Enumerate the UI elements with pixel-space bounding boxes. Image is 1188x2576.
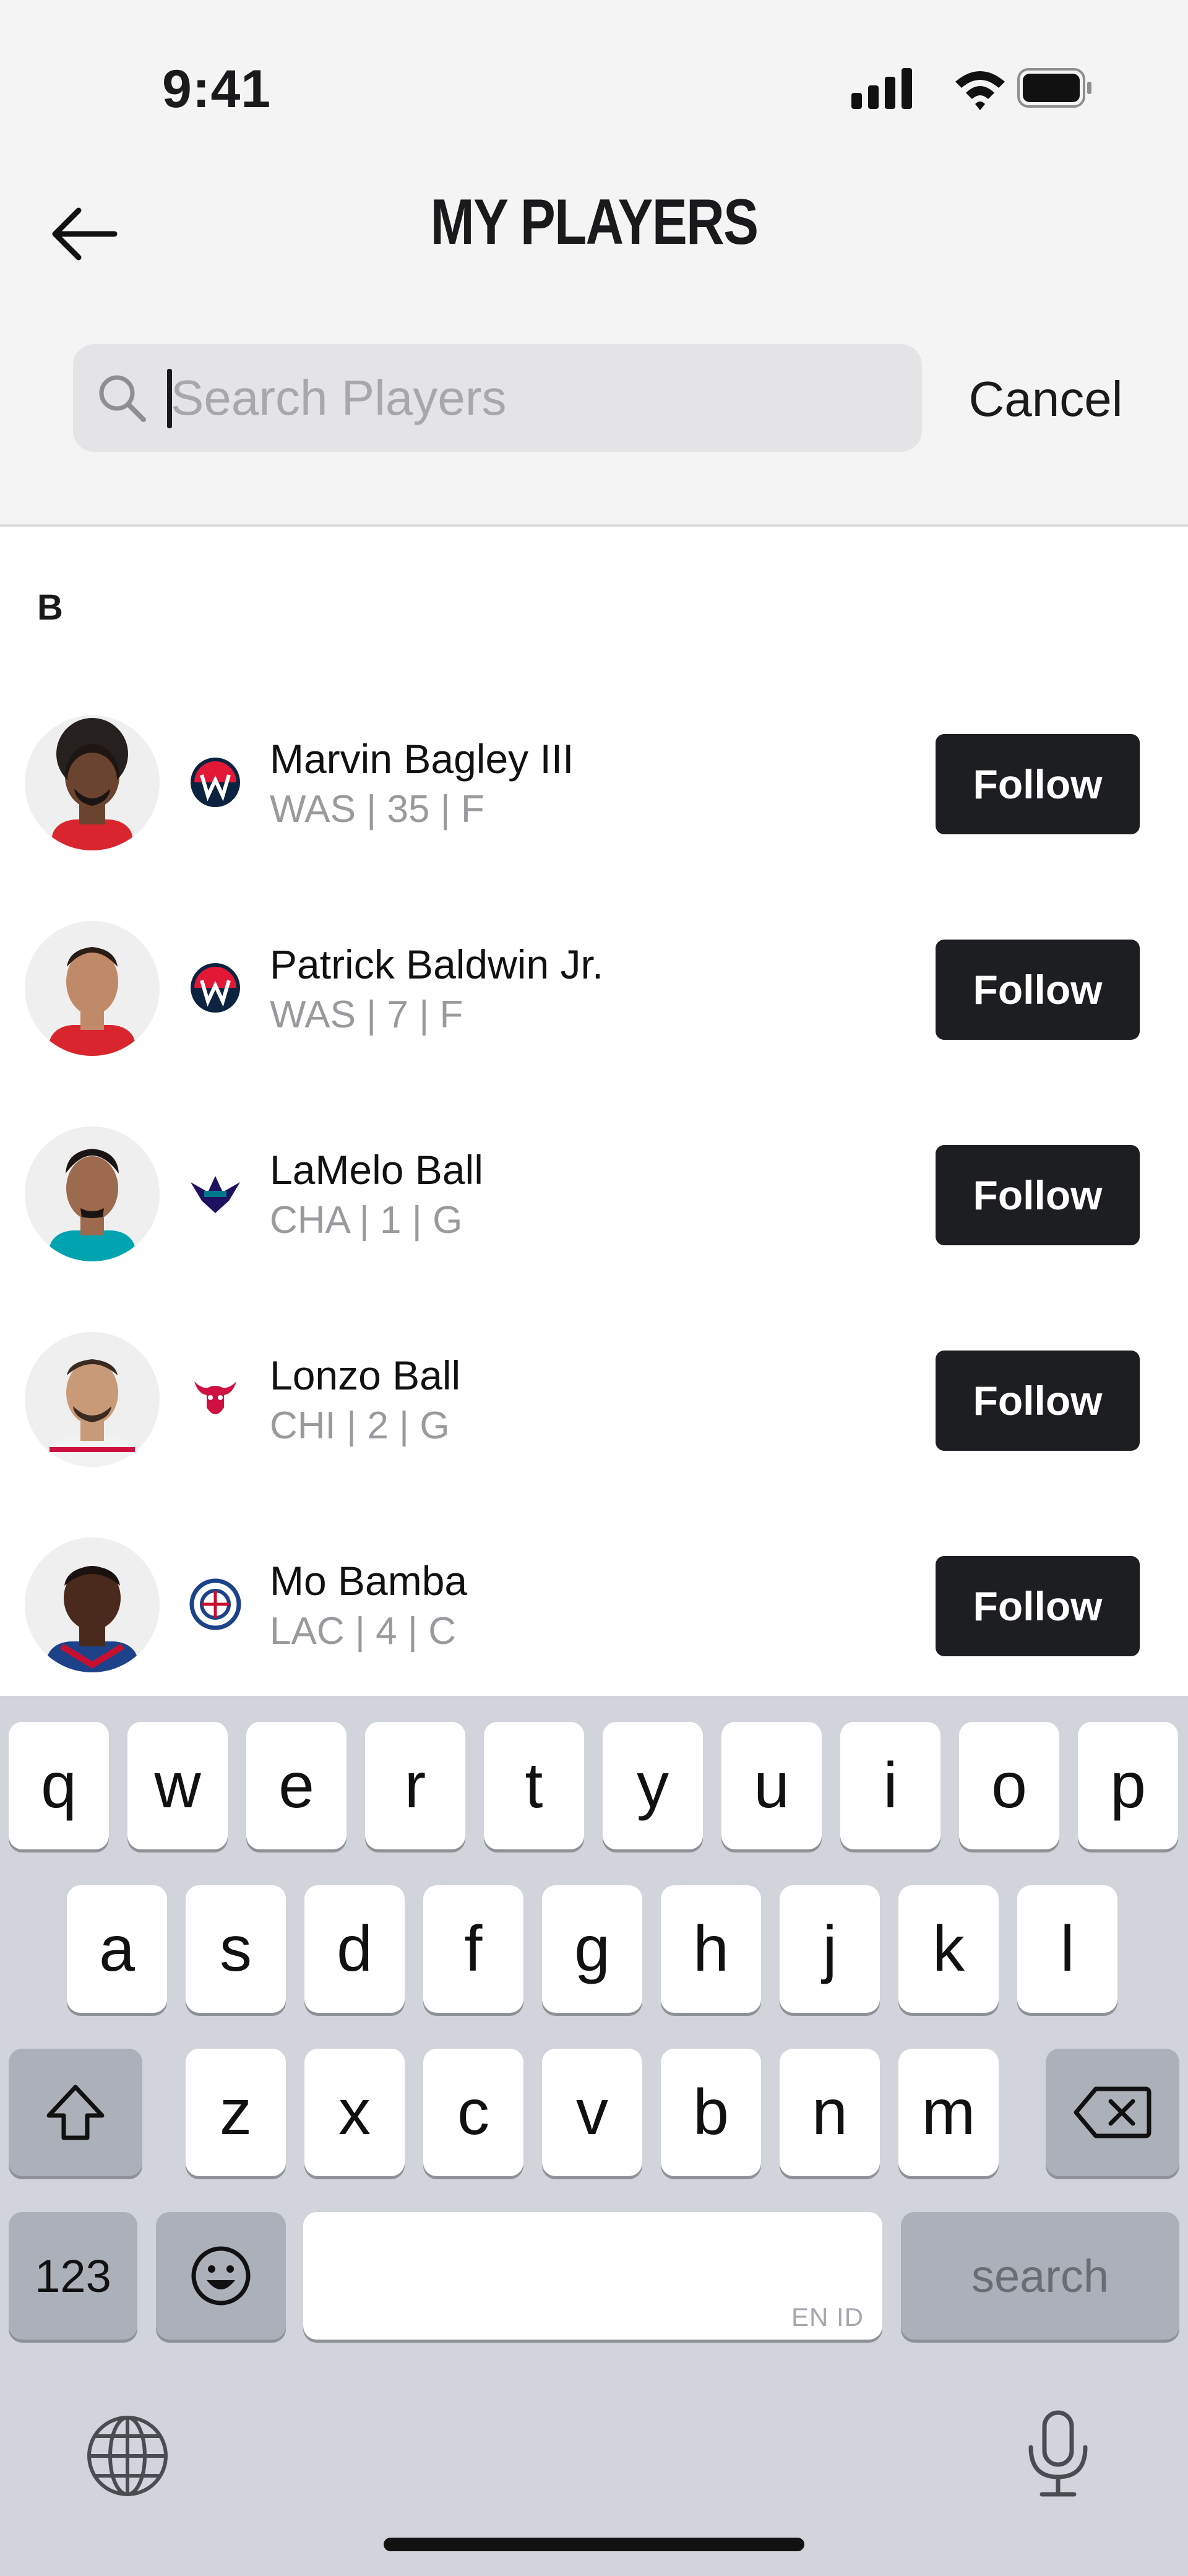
key-n[interactable]: n — [780, 2049, 880, 2176]
key-m[interactable]: m — [898, 2049, 999, 2176]
shift-key[interactable] — [9, 2049, 142, 2176]
key-v[interactable]: v — [542, 2049, 642, 2176]
search-return-key-label: search — [971, 2250, 1109, 2302]
key-i[interactable]: i — [840, 1722, 940, 1849]
key-s[interactable]: s — [186, 1885, 286, 2013]
key-e[interactable]: e — [246, 1722, 346, 1849]
emoji-icon — [191, 2246, 251, 2306]
key-h[interactable]: h — [661, 1885, 761, 2013]
globe-icon[interactable] — [85, 2414, 170, 2498]
player-name: LaMelo Ball — [270, 1147, 483, 1193]
key-p[interactable]: p — [1078, 1722, 1178, 1849]
backspace-icon — [1074, 2086, 1151, 2138]
section-header-letter: B — [37, 587, 63, 628]
search-input[interactable] — [171, 358, 901, 438]
player-meta: LAC | 4 | C — [270, 1610, 456, 1653]
player-meta: CHI | 2 | G — [270, 1404, 450, 1447]
search-icon — [99, 375, 146, 422]
player-meta: CHA | 1 | G — [270, 1199, 463, 1242]
microphone-icon[interactable] — [1021, 2408, 1095, 2500]
team-logo-icon — [191, 758, 240, 807]
key-o[interactable]: o — [959, 1722, 1059, 1849]
key-c[interactable]: c — [423, 2049, 523, 2176]
status-icons — [851, 68, 1091, 110]
player-row[interactable]: Mo Bamba LAC | 4 | C Follow — [0, 1531, 1188, 1680]
key-w[interactable]: w — [127, 1722, 228, 1849]
numbers-key-label: 123 — [35, 2250, 111, 2302]
team-logo-icon — [191, 963, 240, 1013]
follow-button[interactable]: Follow — [936, 1145, 1140, 1245]
player-name: Patrick Baldwin Jr. — [270, 941, 604, 987]
key-y[interactable]: y — [603, 1722, 703, 1849]
key-g[interactable]: g — [542, 1885, 642, 2013]
search-return-key[interactable]: search — [901, 2212, 1179, 2340]
player-row[interactable]: Lonzo Ball CHI | 2 | G Follow — [0, 1326, 1188, 1474]
player-avatar — [25, 715, 160, 850]
player-meta: WAS | 7 | F — [270, 993, 463, 1036]
player-name: Mo Bamba — [270, 1558, 468, 1604]
key-x[interactable]: x — [304, 2049, 405, 2176]
keyboard-language-label: EN ID — [791, 2302, 864, 2332]
follow-button[interactable]: Follow — [936, 1556, 1140, 1656]
key-u[interactable]: u — [721, 1722, 822, 1849]
key-f[interactable]: f — [423, 1885, 523, 2013]
status-time: 9:41 — [162, 59, 272, 119]
player-meta: WAS | 35 | F — [270, 788, 484, 831]
key-l[interactable]: l — [1017, 1885, 1117, 2013]
search-bar[interactable] — [73, 344, 922, 452]
key-r[interactable]: r — [365, 1722, 465, 1849]
space-key[interactable]: EN ID — [303, 2212, 882, 2340]
key-z[interactable]: z — [186, 2049, 286, 2176]
signal-icon — [851, 68, 912, 109]
battery-icon — [1017, 68, 1091, 108]
key-d[interactable]: d — [304, 1885, 405, 2013]
player-avatar — [25, 921, 160, 1056]
follow-button[interactable]: Follow — [936, 734, 1140, 834]
key-k[interactable]: k — [898, 1885, 999, 2013]
key-t[interactable]: t — [484, 1722, 584, 1849]
follow-button[interactable]: Follow — [936, 1351, 1140, 1451]
key-j[interactable]: j — [780, 1885, 880, 2013]
player-avatar — [25, 1332, 160, 1467]
key-b[interactable]: b — [661, 2049, 761, 2176]
team-logo-icon — [194, 1381, 236, 1414]
page-title: MY PLAYERS — [430, 186, 759, 258]
wifi-icon — [955, 71, 1005, 110]
numbers-key[interactable]: 123 — [9, 2212, 137, 2340]
cancel-button[interactable]: Cancel — [947, 359, 1145, 439]
player-row[interactable]: Patrick Baldwin Jr. WAS | 7 | F Follow — [0, 915, 1188, 1063]
player-row[interactable]: LaMelo Ball CHA | 1 | G Follow — [0, 1120, 1188, 1269]
backspace-key[interactable] — [1046, 2049, 1179, 2176]
follow-button[interactable]: Follow — [936, 940, 1140, 1040]
team-logo-icon — [191, 1176, 240, 1213]
home-indicator — [384, 2538, 804, 2551]
key-q[interactable]: q — [9, 1722, 109, 1849]
player-avatar — [25, 1126, 160, 1261]
key-a[interactable]: a — [67, 1885, 167, 2013]
emoji-key[interactable] — [156, 2212, 286, 2340]
player-name: Marvin Bagley III — [270, 736, 574, 782]
player-row[interactable]: Marvin Bagley III WAS | 35 | F Follow — [0, 709, 1188, 858]
team-logo-icon — [189, 1578, 241, 1630]
player-name: Lonzo Ball — [270, 1352, 461, 1398]
shift-icon — [46, 2085, 105, 2140]
player-avatar — [25, 1537, 160, 1672]
